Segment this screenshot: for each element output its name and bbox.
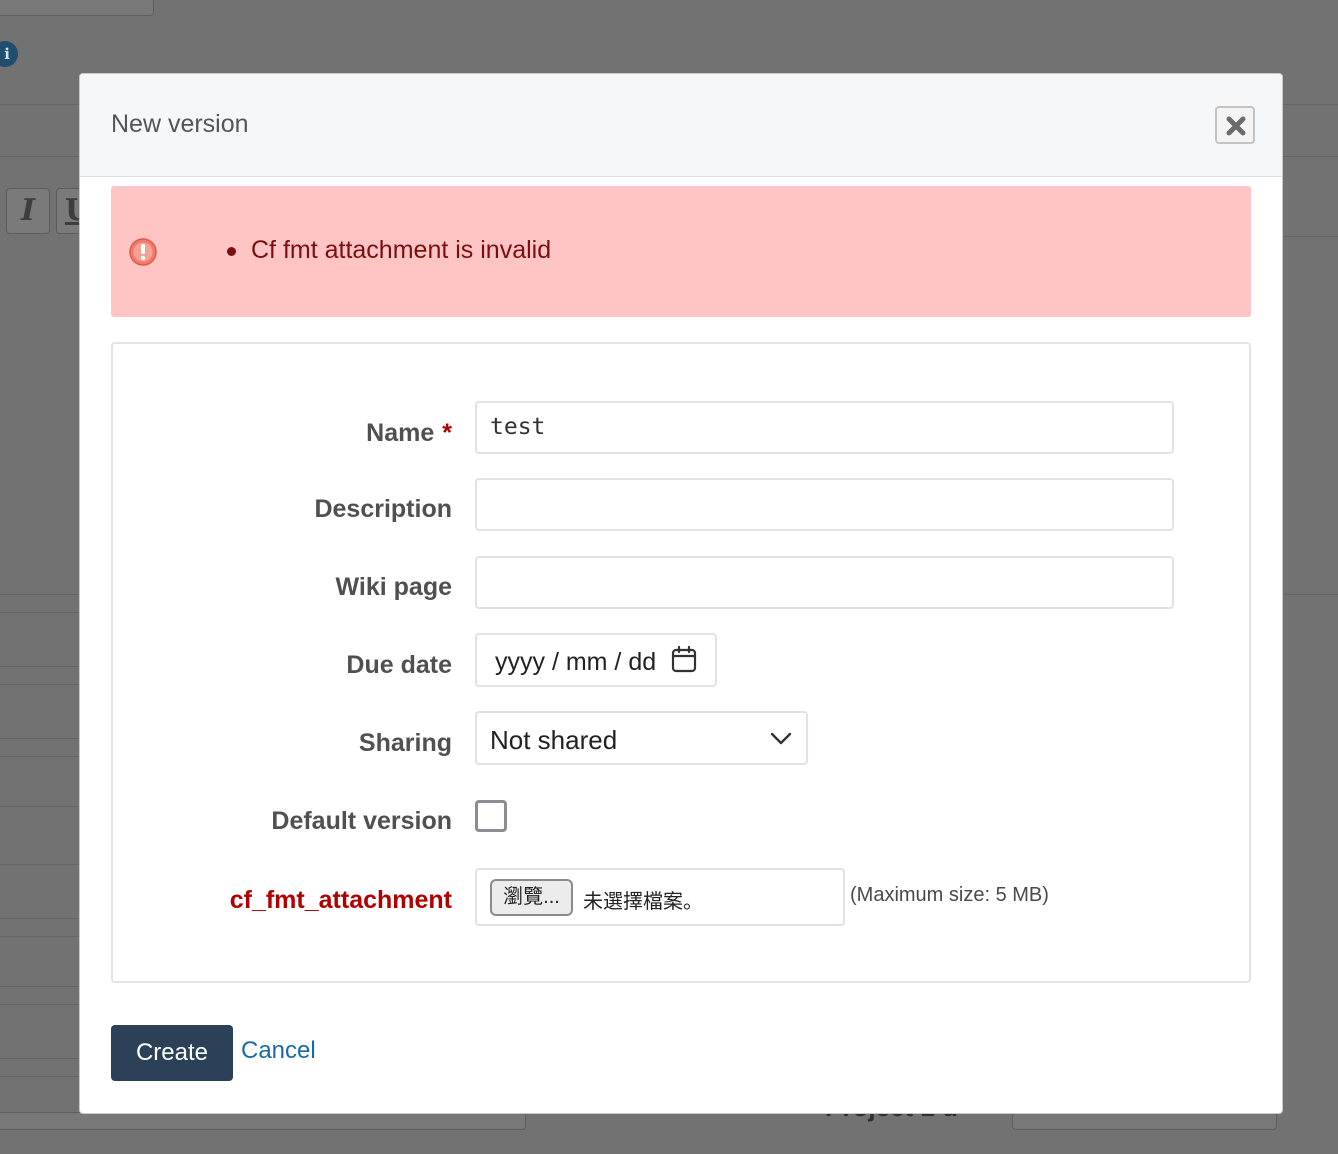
bg-divider bbox=[0, 1076, 80, 1077]
browse-button[interactable]: 瀏覽... bbox=[490, 879, 573, 916]
error-list: Cf fmt attachment is invalid bbox=[227, 236, 551, 265]
bg-divider bbox=[1283, 236, 1338, 237]
cancel-link[interactable]: Cancel bbox=[241, 1037, 316, 1065]
error-message: Cf fmt attachment is invalid bbox=[227, 236, 551, 265]
close-icon bbox=[1226, 116, 1246, 136]
dialog-title: New version bbox=[111, 110, 249, 138]
wiki-page-label: Wiki page bbox=[335, 573, 452, 601]
bg-field bbox=[0, 1112, 526, 1130]
bg-divider bbox=[1283, 156, 1338, 157]
file-status-text: 未選擇檔案。 bbox=[583, 891, 703, 913]
bg-divider bbox=[1283, 594, 1338, 595]
default-version-checkbox[interactable] bbox=[475, 800, 507, 832]
new-version-dialog: New version Cf fmt attachment is invalid… bbox=[79, 73, 1283, 1114]
name-label: Name * bbox=[366, 419, 452, 448]
bg-divider bbox=[0, 684, 80, 685]
description-label: Description bbox=[314, 495, 452, 523]
bg-divider bbox=[0, 594, 80, 595]
default-version-label: Default version bbox=[271, 807, 452, 835]
bg-divider bbox=[0, 864, 80, 865]
version-form: Name * test Description Wiki page Due dat… bbox=[111, 342, 1251, 983]
bg-divider bbox=[0, 738, 80, 739]
due-date-input[interactable]: yyyy / mm / dd bbox=[475, 633, 717, 687]
bg-divider bbox=[0, 104, 80, 105]
create-button[interactable]: Create bbox=[111, 1025, 233, 1081]
bg-divider bbox=[0, 1058, 80, 1059]
bg-divider bbox=[0, 612, 80, 613]
sharing-label: Sharing bbox=[358, 729, 452, 757]
sharing-select[interactable]: Not shared bbox=[475, 711, 808, 765]
bg-divider bbox=[0, 806, 80, 807]
bg-divider bbox=[0, 666, 80, 667]
bg-divider bbox=[0, 156, 80, 157]
bg-divider bbox=[1283, 104, 1338, 105]
info-icon: i bbox=[0, 41, 18, 67]
calendar-icon[interactable] bbox=[671, 646, 697, 673]
bg-field bbox=[0, 0, 154, 16]
bg-divider bbox=[0, 756, 80, 757]
italic-icon: I bbox=[6, 188, 50, 234]
max-size-hint: (Maximum size: 5 MB) bbox=[850, 884, 1049, 906]
due-date-label: Due date bbox=[346, 651, 452, 679]
sharing-selected-value: Not shared bbox=[490, 725, 618, 755]
bg-divider bbox=[0, 986, 80, 987]
close-button[interactable] bbox=[1215, 106, 1255, 144]
bg-divider bbox=[0, 936, 80, 937]
dialog-header: New version bbox=[80, 74, 1282, 177]
description-input[interactable] bbox=[475, 478, 1174, 531]
error-icon bbox=[129, 238, 157, 266]
attachment-label: cf_fmt_attachment bbox=[229, 886, 452, 914]
attachment-file-input[interactable]: 瀏覽... 未選擇檔案。 bbox=[475, 868, 845, 926]
chevron-down-icon bbox=[770, 732, 792, 745]
name-label-text: Name bbox=[366, 419, 435, 447]
wiki-page-input[interactable] bbox=[475, 556, 1174, 609]
due-date-placeholder: yyyy / mm / dd bbox=[495, 648, 657, 676]
error-banner: Cf fmt attachment is invalid bbox=[111, 186, 1251, 317]
required-mark: * bbox=[442, 419, 452, 447]
bg-divider bbox=[0, 918, 80, 919]
bg-field bbox=[1012, 1112, 1277, 1130]
name-input[interactable]: test bbox=[475, 401, 1174, 454]
bg-divider bbox=[0, 1004, 80, 1005]
